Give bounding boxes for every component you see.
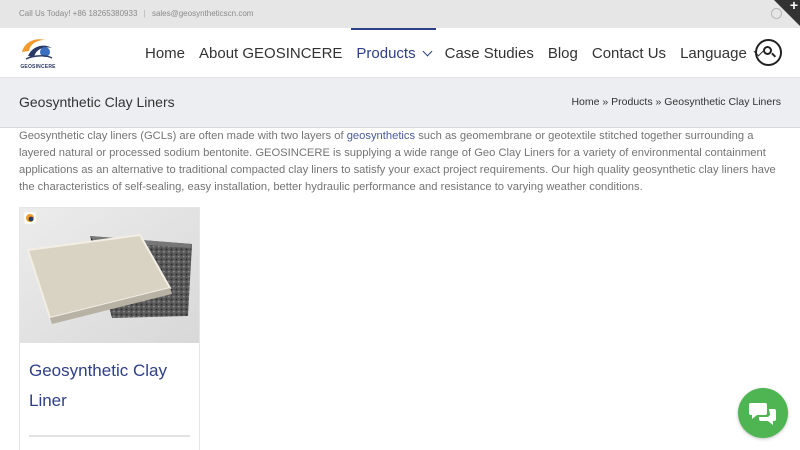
contact-email[interactable]: sales@geosyntheticscn.com (152, 9, 254, 18)
nav-blog[interactable]: Blog (541, 28, 585, 78)
page-title-bar: Geosynthetic Clay Liners Home » Products… (0, 78, 800, 128)
breadcrumb-current: Geosynthetic Clay Liners (664, 96, 781, 108)
plus-icon[interactable]: + (790, 0, 798, 12)
site-logo[interactable]: GEOSINCERE (18, 34, 58, 74)
page-title: Geosynthetic Clay Liners (19, 94, 175, 110)
chevron-down-icon (422, 46, 433, 56)
intro-text: Geosynthetic clay liners (GCLs) are ofte… (19, 130, 347, 142)
logo-text: GEOSINCERE (20, 64, 56, 70)
geosynthetics-link[interactable]: geosynthetics (347, 130, 415, 142)
search-icon-handle (770, 52, 777, 58)
nav-label: Home (145, 44, 186, 62)
contact-info: Call Us Today! +86 18265380933 | sales@g… (19, 9, 253, 18)
site-header: GEOSINCERE Home About GEOSINCERE Product… (0, 28, 800, 78)
nav-about[interactable]: About GEOSINCERE (192, 28, 349, 78)
product-title[interactable]: Geosynthetic Clay Liner (29, 356, 194, 416)
product-image[interactable] (20, 208, 199, 343)
nav-label: Blog (547, 44, 578, 62)
nav-label: Contact Us (591, 44, 667, 62)
chat-bubbles-icon (749, 403, 776, 425)
top-contact-bar: Call Us Today! +86 18265380933 | sales@g… (0, 0, 800, 28)
product-card[interactable]: Geosynthetic Clay Liner (19, 207, 200, 450)
breadcrumb-separator: » (602, 96, 609, 108)
nav-contact[interactable]: Contact Us (585, 28, 673, 78)
contact-separator: | (143, 9, 146, 18)
nav-label: About GEOSINCERE (199, 44, 343, 62)
intro-paragraph: Geosynthetic clay liners (GCLs) are ofte… (19, 128, 781, 196)
nav-label: Language (680, 44, 747, 62)
breadcrumb-products[interactable]: Products (611, 96, 652, 108)
breadcrumb-home[interactable]: Home (571, 96, 599, 108)
nav-case-studies[interactable]: Case Studies (438, 28, 541, 78)
product-photo (20, 208, 199, 343)
breadcrumb-separator: » (655, 96, 662, 108)
nav-products[interactable]: Products (349, 28, 437, 78)
logo-mark-icon (22, 39, 53, 60)
search-button[interactable] (755, 39, 782, 66)
breadcrumb: Home » Products » Geosynthetic Clay Line… (571, 96, 781, 108)
chat-button[interactable] (738, 388, 788, 438)
nav-label: Products (356, 44, 416, 62)
card-divider (29, 435, 190, 437)
main-nav: Home About GEOSINCERE Products Case Stud… (138, 28, 769, 78)
nav-home[interactable]: Home (138, 28, 192, 78)
contact-phone: Call Us Today! +86 18265380933 (19, 9, 138, 18)
nav-label: Case Studies (444, 44, 534, 62)
